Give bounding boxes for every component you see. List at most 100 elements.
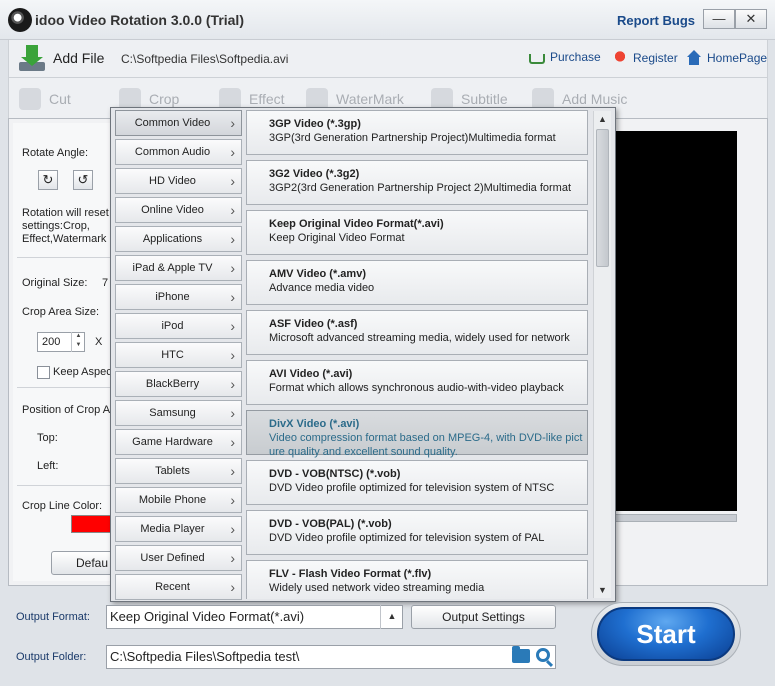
chevron-right-icon: › (230, 550, 235, 566)
cut-tool[interactable]: Cut (19, 88, 71, 110)
category-item[interactable]: BlackBerry › (115, 371, 242, 397)
category-label: iPhone (155, 291, 190, 303)
crop-line-color-swatch[interactable] (71, 515, 111, 533)
output-format-select[interactable]: Keep Original Video Format(*.avi) (106, 605, 403, 629)
format-item[interactable]: DivX Video (*.avi) Video compression form… (246, 410, 588, 458)
add-file-label: Add File (53, 50, 105, 66)
format-description: Video compression format based on MPEG-4… (269, 432, 583, 444)
format-name: ASF Video (*.asf) (269, 318, 358, 330)
category-label: Media Player (140, 523, 205, 535)
category-item[interactable]: Applications › (115, 226, 242, 252)
category-item[interactable]: HTC › (115, 342, 242, 368)
category-label: iPod (161, 320, 184, 332)
category-label: HTC (161, 349, 184, 361)
rotate-counterclockwise-button[interactable]: ↺ (73, 170, 93, 190)
output-folder-input[interactable]: C:\Softpedia Files\Softpedia test\ (106, 645, 556, 669)
add-file-button[interactable]: Add File (17, 43, 104, 73)
format-item[interactable]: AVI Video (*.avi) Format which allows syn… (246, 360, 588, 405)
video-preview (615, 131, 737, 511)
close-button[interactable]: ✕ (735, 9, 767, 29)
format-name: FLV - Flash Video Format (*.flv) (269, 568, 432, 580)
output-folder-label: Output Folder: (16, 651, 87, 663)
format-item[interactable]: AMV Video (*.amv) Advance media video (246, 260, 588, 305)
register-link[interactable]: Register (612, 50, 678, 66)
minimize-button[interactable]: — (703, 9, 735, 29)
format-item[interactable]: Keep Original Video Format(*.avi) Keep Or… (246, 210, 588, 255)
format-description: 3GP2(3rd Generation Partnership Project … (269, 182, 572, 194)
category-item[interactable]: iPod › (115, 313, 242, 339)
start-button[interactable]: Start (597, 607, 735, 661)
format-item[interactable]: 3GP Video (*.3gp) 3GP(3rd Generation Part… (246, 110, 588, 155)
category-item[interactable]: iPhone › (115, 284, 242, 310)
category-item[interactable]: Online Video › (115, 197, 242, 223)
format-name: DVD - VOB(PAL) (*.vob) (269, 518, 392, 530)
category-item[interactable]: Game Hardware › (115, 429, 242, 455)
homepage-link[interactable]: HomePage (686, 50, 767, 66)
format-item[interactable]: DVD - VOB(NTSC) (*.vob) DVD Video profile… (246, 460, 588, 505)
format-name: DivX Video (*.avi) (269, 418, 360, 430)
scroll-thumb[interactable] (596, 129, 609, 267)
category-item[interactable]: Media Player › (115, 516, 242, 542)
dropdown-arrow-icon[interactable]: ▲ (380, 605, 403, 629)
scroll-down-arrow-icon[interactable]: ▼ (594, 582, 611, 598)
chevron-right-icon: › (230, 231, 235, 247)
chevron-right-icon: › (230, 492, 235, 508)
category-label: BlackBerry (145, 378, 200, 390)
format-item[interactable]: 3G2 Video (*.3g2) 3GP2(3rd Generation Par… (246, 160, 588, 205)
category-item[interactable]: Common Video › (115, 110, 242, 136)
chevron-right-icon: › (230, 434, 235, 450)
format-item[interactable]: DVD - VOB(PAL) (*.vob) DVD Video profile … (246, 510, 588, 555)
category-label: HD Video (149, 175, 196, 187)
category-item[interactable]: Mobile Phone › (115, 487, 242, 513)
category-label: Mobile Phone (138, 494, 207, 506)
format-description: Widely used network video streaming medi… (269, 582, 485, 594)
category-item[interactable]: Tablets › (115, 458, 242, 484)
chevron-right-icon: › (230, 173, 235, 189)
rotate-clockwise-button[interactable]: ↻ (38, 170, 58, 190)
crop-area-size-label: Crop Area Size: (22, 306, 100, 318)
crop-position-label: Position of Crop A (22, 404, 111, 416)
format-name: AMV Video (*.amv) (269, 268, 366, 280)
keep-aspect-label: Keep Aspec (53, 366, 112, 378)
search-icon[interactable] (536, 648, 550, 662)
crop-width-stepper[interactable]: ▲ ▼ (71, 332, 85, 352)
rotate-cw-icon: ↻ (42, 172, 54, 187)
category-item[interactable]: Recent › (115, 574, 242, 600)
category-label: User Defined (140, 552, 205, 564)
chevron-right-icon: › (230, 347, 235, 363)
category-item[interactable]: iPad & Apple TV › (115, 255, 242, 281)
chevron-right-icon: › (230, 521, 235, 537)
category-item[interactable]: Samsung › (115, 400, 242, 426)
category-label: Applications (142, 233, 203, 245)
output-format-popup: Common Video › Common Audio › HD Video › Onlin… (110, 107, 616, 602)
format-item[interactable]: FLV - Flash Video Format (*.flv) Widely u… (246, 560, 588, 599)
left-label: Left: (37, 460, 59, 472)
divider (17, 485, 113, 486)
preview-progress-bar[interactable] (615, 514, 737, 522)
purchase-link[interactable]: Purchase (529, 50, 601, 64)
category-item[interactable]: HD Video › (115, 168, 242, 194)
scroll-up-arrow-icon[interactable]: ▲ (594, 111, 611, 127)
keep-aspect-checkbox[interactable] (37, 366, 50, 379)
category-item[interactable]: Common Audio › (115, 139, 242, 165)
format-description: DVD Video profile optimized for televisi… (269, 482, 555, 494)
chevron-right-icon: › (230, 115, 235, 131)
house-icon (686, 50, 702, 66)
folder-icon[interactable] (512, 646, 530, 663)
window-title: idoo Video Rotation 3.0.0 (Trial) (35, 12, 244, 28)
format-description: 3GP(3rd Generation Partnership Project)M… (269, 132, 556, 144)
app-logo-icon (8, 8, 32, 32)
report-bugs-link[interactable]: Report Bugs (617, 13, 695, 28)
rotate-ccw-icon: ↺ (77, 172, 89, 187)
category-item[interactable]: User Defined › (115, 545, 242, 571)
format-list: 3GP Video (*.3gp) 3GP(3rd Generation Part… (245, 110, 590, 599)
purchase-label: Purchase (550, 50, 601, 64)
category-label: Online Video (141, 204, 204, 216)
output-settings-button[interactable]: Output Settings (411, 605, 556, 629)
format-list-scrollbar[interactable]: ▲ ▼ (593, 111, 611, 598)
chevron-right-icon: › (230, 376, 235, 392)
format-description-continued: ure quality and excellent sound quality. (269, 446, 458, 458)
format-category-list: Common Video › Common Audio › HD Video › Onlin… (114, 110, 242, 600)
format-item[interactable]: ASF Video (*.asf) Microsoft advanced stre… (246, 310, 588, 355)
rotation-note-3: Effect,Watermark (22, 233, 107, 245)
